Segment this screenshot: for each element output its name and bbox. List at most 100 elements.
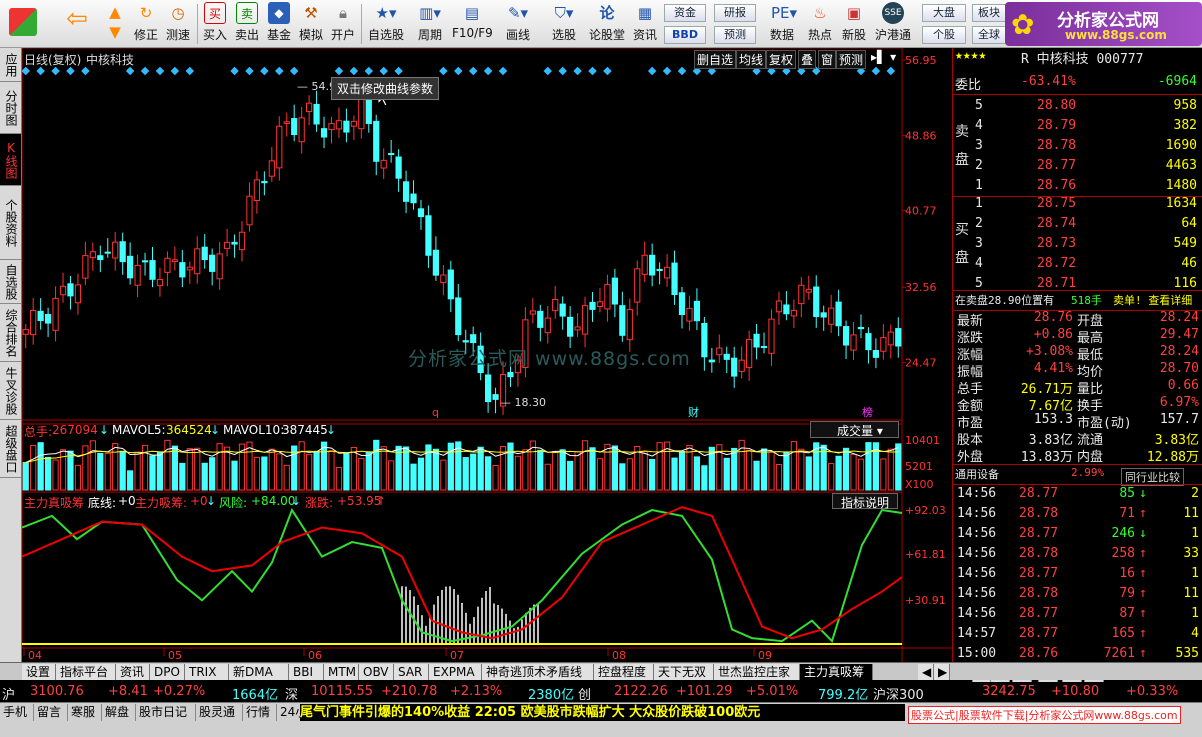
- ipo-button[interactable]: ▣ 新股: [838, 2, 870, 46]
- indicator-tab-11[interactable]: 神奇逃顶术矛盾线: [482, 664, 594, 680]
- price-tick-label: 48.86: [905, 129, 937, 142]
- volume-bar: [276, 453, 283, 491]
- open-account-button[interactable]: 🔒︎ 开户: [328, 2, 358, 46]
- indicator-tab-5[interactable]: 新DMA: [229, 664, 289, 680]
- buy-button[interactable]: 买买入: [200, 2, 230, 46]
- watchlist-button[interactable]: ★▾ 自选股: [364, 2, 408, 46]
- fire-icon: ♨: [813, 4, 827, 22]
- left-tab-2[interactable]: K线图: [0, 134, 21, 186]
- chart-header-button-3[interactable]: 叠: [798, 50, 817, 69]
- f10-button[interactable]: ▤ F10/F9: [452, 2, 493, 46]
- volume-bar: [268, 448, 275, 491]
- chart-header-button-0[interactable]: 删自选: [694, 50, 737, 69]
- status-item-0[interactable]: 手机: [0, 704, 34, 721]
- indicator-tab-13[interactable]: 天下无双: [654, 664, 714, 680]
- tab-scroll-left-icon[interactable]: ◀: [918, 664, 934, 680]
- indicator-tab-7[interactable]: MTM: [324, 664, 359, 680]
- sell-button[interactable]: 卖卖出: [232, 2, 262, 46]
- down-arrow-icon: ↓: [206, 494, 217, 508]
- tab-scroll-right-icon[interactable]: ▶: [934, 664, 950, 680]
- stat-value: 4.41%: [1033, 361, 1073, 376]
- event-diamond-icon: [349, 66, 359, 76]
- indicator-explain-button[interactable]: 指标说明: [832, 493, 898, 510]
- left-tab-4[interactable]: 自选股: [0, 260, 21, 304]
- index-button[interactable]: 大盘: [922, 4, 966, 22]
- up-down-button[interactable]: ▲ ▼: [100, 2, 130, 46]
- big-order-message[interactable]: 在卖盘28.90位置有 518手 卖单! 查看详细: [953, 292, 1202, 312]
- period-button[interactable]: ▥▾ 周期: [410, 2, 450, 46]
- status-item-4[interactable]: 股市日记: [136, 704, 196, 721]
- sector-button[interactable]: 板块: [972, 4, 1006, 22]
- indicator-tab-0[interactable]: 设置: [22, 664, 56, 680]
- left-tab-0[interactable]: 应用: [0, 48, 21, 82]
- indicator-tab-3[interactable]: DPO: [150, 664, 185, 680]
- volume-bar: [223, 446, 231, 491]
- status-item-1[interactable]: 留言: [34, 704, 68, 721]
- candle-body: [417, 208, 425, 218]
- chart-header-button-4[interactable]: 窗: [818, 50, 837, 69]
- stock-button[interactable]: 个股: [922, 26, 966, 44]
- chart-header-button-2[interactable]: 复权: [766, 50, 797, 69]
- left-tab-1[interactable]: 分时图: [0, 82, 21, 134]
- volume-bar: [783, 451, 790, 491]
- candle-body: [492, 394, 499, 400]
- rise-label: 涨跌:: [305, 496, 334, 510]
- indicator-tab-12[interactable]: 控盘程度: [594, 664, 654, 680]
- left-tab-6[interactable]: 牛叉诊股: [0, 362, 21, 420]
- fund-button[interactable]: ◆ 基金: [264, 2, 294, 46]
- indicator-tab-2[interactable]: 资讯: [116, 664, 150, 680]
- volume-bar: [596, 458, 604, 491]
- tick-extra: 1: [1191, 526, 1199, 541]
- forecast-button[interactable]: 预测: [714, 26, 756, 44]
- bbd-button[interactable]: BBD: [664, 26, 706, 44]
- news-ticker[interactable]: 尾气门事件引爆的140%收益 22:05 欧美股市跌幅扩大 大众股价跌破100欧…: [300, 704, 905, 721]
- forum-button[interactable]: 论论股堂: [588, 2, 626, 46]
- total-vol-label: 总手:: [24, 425, 53, 439]
- volume-indicator-dropdown[interactable]: 成交量 ▾: [810, 421, 899, 438]
- left-tab-7[interactable]: 超级盘口: [0, 420, 21, 478]
- left-tab-3[interactable]: 个股资料: [0, 186, 21, 260]
- indicator-tab-8[interactable]: OBV: [359, 664, 394, 680]
- volume-bar: [74, 464, 82, 491]
- speed-test-button[interactable]: ◷ 测速: [162, 2, 194, 46]
- research-button[interactable]: 研报: [714, 4, 756, 22]
- app-logo-icon[interactable]: [4, 2, 42, 46]
- ad-link[interactable]: 股票公式|股票软件下载|分析家公式网www.88gs.com: [908, 706, 1181, 724]
- kline-chart-area[interactable]: 56.95 48.86 40.77 32.56 24.47— 54.92— 18.30 q…: [22, 48, 952, 662]
- status-item-5[interactable]: 股灵通: [196, 704, 243, 721]
- capital-button[interactable]: 资金: [664, 4, 706, 22]
- news-button[interactable]: ▦ 资讯: [630, 2, 660, 46]
- volume-bar: [581, 440, 589, 491]
- indicator-tab-4[interactable]: TRIX: [185, 664, 229, 680]
- data-button[interactable]: PE▾ 数据: [764, 2, 800, 46]
- candle-body: [395, 156, 402, 179]
- bottom-line-label: 底线:: [88, 496, 117, 510]
- xiuzheng-button[interactable]: ↻ 修正: [131, 2, 161, 46]
- stock-picker-button[interactable]: ⛉▾ 选股: [545, 2, 583, 46]
- chart-header-button-5[interactable]: 预测: [836, 50, 867, 69]
- lock-icon: 🔒︎: [339, 4, 347, 22]
- volume-bar: [30, 444, 37, 491]
- indicator-tab-1[interactable]: 指标平台: [56, 664, 116, 680]
- back-button[interactable]: ⇦: [62, 2, 92, 46]
- indicator-tab-6[interactable]: BBI: [289, 664, 324, 680]
- simulate-button[interactable]: ⚒ 模拟: [296, 2, 326, 46]
- left-tab-5[interactable]: 综合排名: [0, 304, 21, 362]
- chart-header-button-1[interactable]: 均线: [736, 50, 767, 69]
- status-item-2[interactable]: 寒服: [68, 704, 102, 721]
- candle-body: [223, 241, 231, 249]
- indicator-tab-10[interactable]: EXPMA: [429, 664, 482, 680]
- global-button[interactable]: 全球: [972, 26, 1006, 44]
- indicator-tab-14[interactable]: 世杰监控庄家: [714, 664, 800, 680]
- indicator-tab-9[interactable]: SAR: [394, 664, 429, 680]
- hotspot-button[interactable]: ♨ 热点: [804, 2, 836, 46]
- scroll-arrow-icon[interactable]: ▸▌ ▾: [871, 50, 896, 64]
- indicator-tab-15[interactable]: 主力真吸筹: [800, 664, 873, 680]
- draw-line-button[interactable]: ✎▾ 画线: [498, 2, 538, 46]
- hk-connect-button[interactable]: SSE 沪港通: [872, 2, 914, 46]
- candle-body: [194, 248, 201, 275]
- candle-body: [37, 310, 44, 322]
- candle-body: [216, 253, 223, 280]
- status-item-3[interactable]: 解盘: [102, 704, 136, 721]
- status-item-6[interactable]: 行情: [243, 704, 277, 721]
